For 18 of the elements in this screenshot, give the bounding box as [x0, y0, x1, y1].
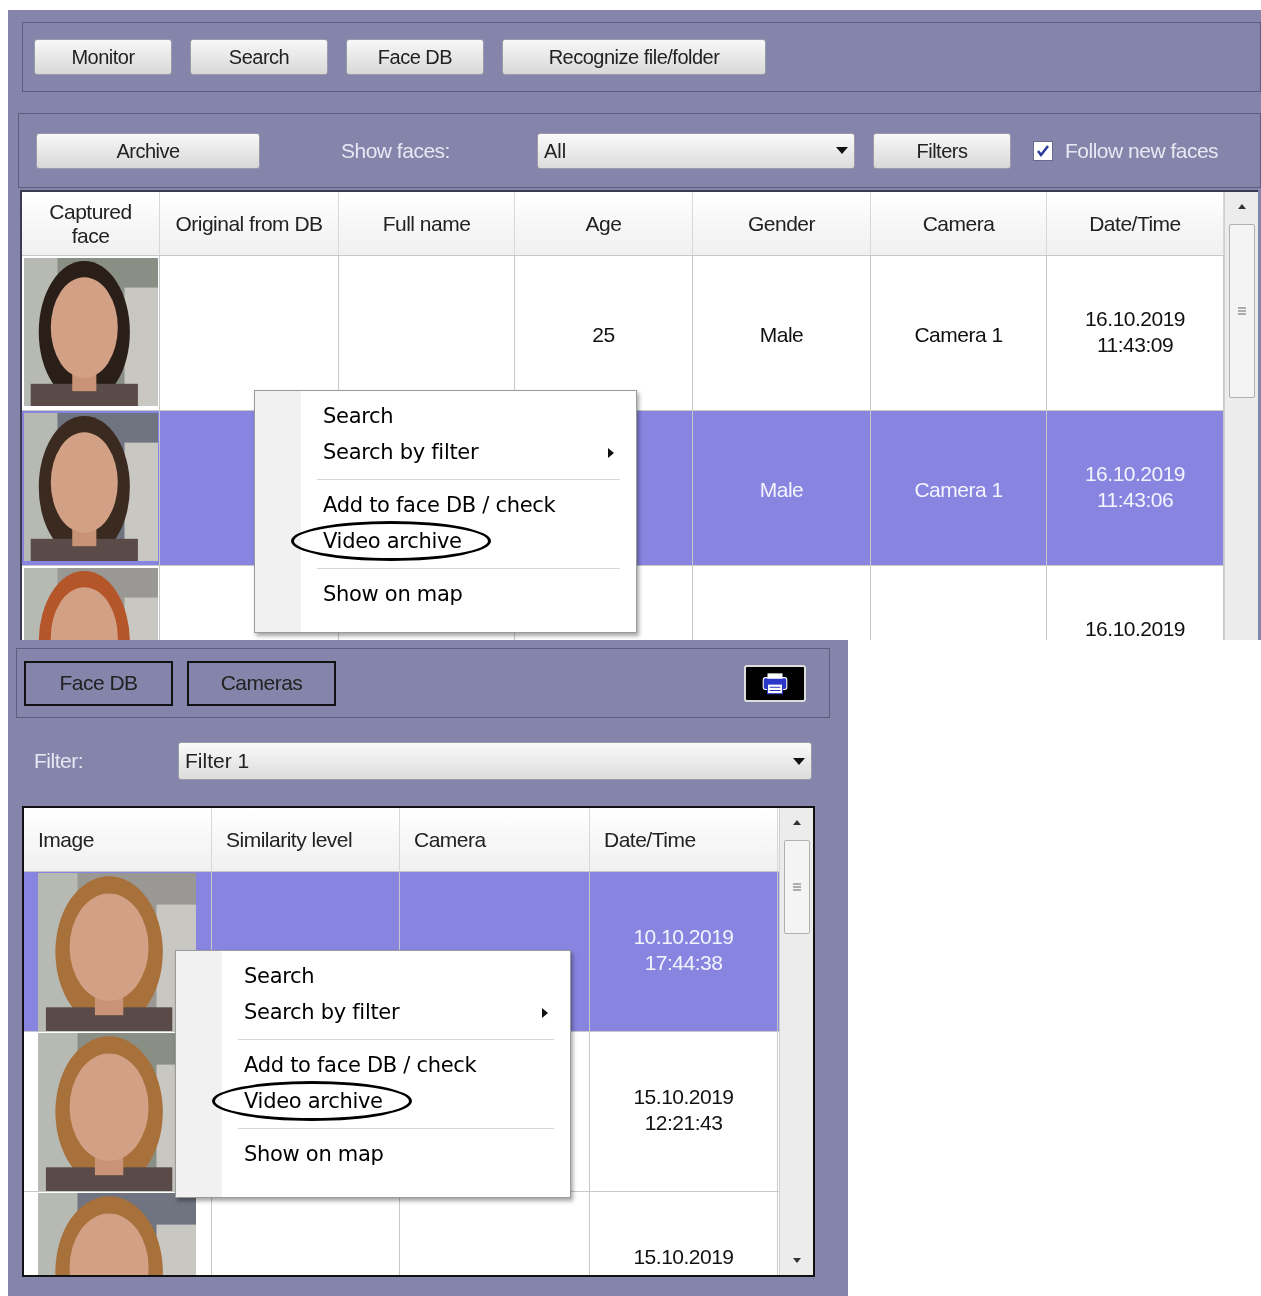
- date-text: 15.10.2019: [632, 1084, 735, 1110]
- show-faces-label: Show faces:: [341, 137, 451, 164]
- date-text: 16.10.2019: [1083, 306, 1187, 332]
- table-cell: 25: [592, 323, 615, 346]
- filter-label: Filter:: [34, 748, 84, 775]
- time-text: 12:21:43: [643, 1110, 724, 1136]
- table-cell: Camera 1: [914, 478, 1003, 501]
- date-text: 16.10.2019: [1083, 616, 1187, 640]
- table-cell: Male: [759, 478, 804, 501]
- time-text: 11:43:09: [1095, 332, 1175, 358]
- time-text: 17:44:38: [643, 950, 724, 976]
- table-cell: Male: [759, 323, 804, 346]
- date-text: 10.10.2019: [632, 924, 735, 950]
- date-text: 16.10.2019: [1083, 461, 1187, 487]
- checkbox-label: Follow new faces: [1065, 137, 1219, 164]
- table-cell: Camera 1: [914, 323, 1003, 346]
- date-text: 15.10.2019: [632, 1244, 735, 1270]
- time-text: 11:43:06: [1095, 487, 1175, 513]
